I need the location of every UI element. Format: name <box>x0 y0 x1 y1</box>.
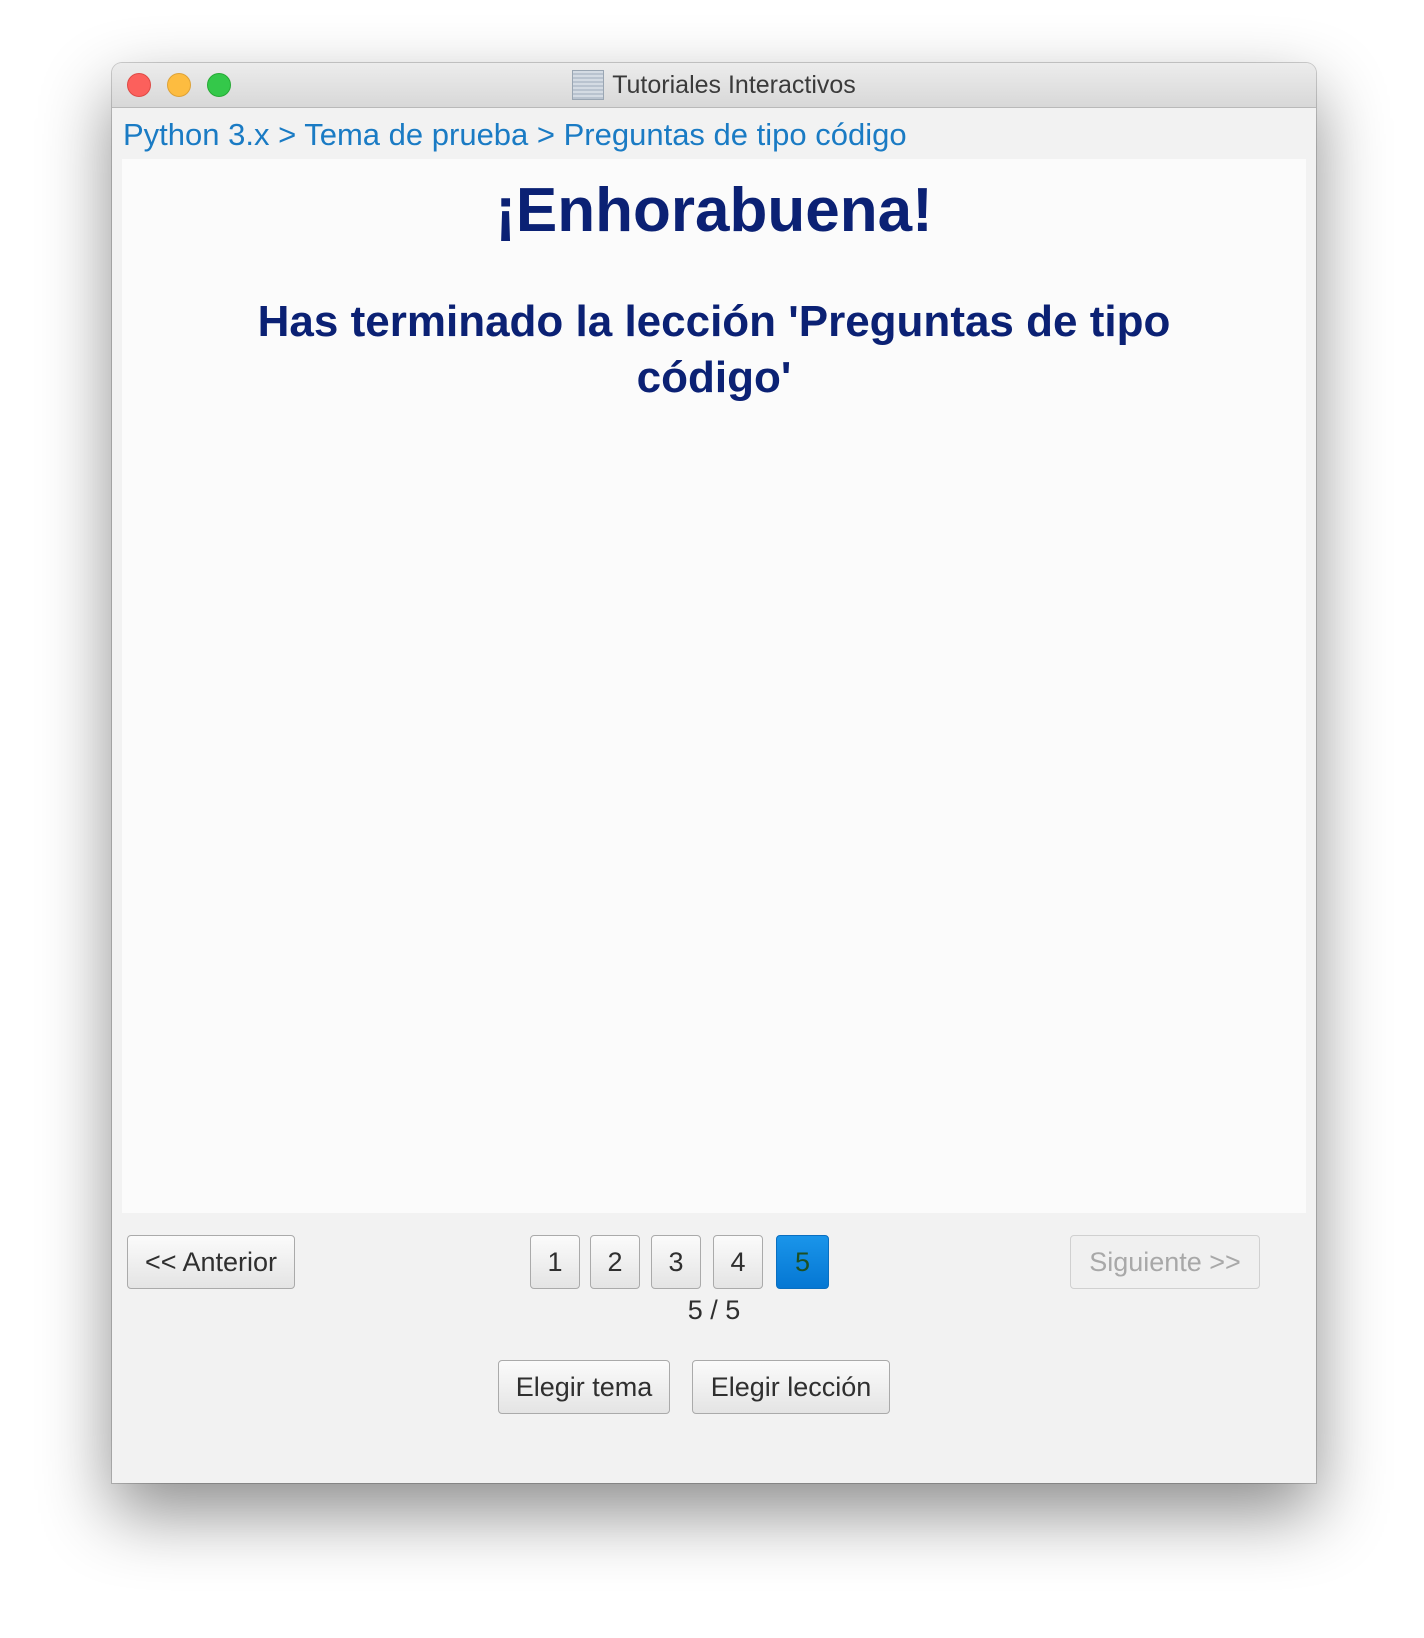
page-button-1[interactable]: 1 <box>530 1235 580 1289</box>
previous-button[interactable]: << Anterior <box>127 1235 295 1289</box>
window-title-group: Tutoriales Interactivos <box>112 63 1316 107</box>
page-button-3[interactable]: 3 <box>651 1235 701 1289</box>
lesson-content-area: ¡Enhorabuena! Has terminado la lección '… <box>122 159 1306 1213</box>
next-button[interactable]: Siguiente >> <box>1070 1235 1260 1289</box>
app-icon <box>572 70 605 100</box>
breadcrumb[interactable]: Python 3.x > Tema de prueba > Preguntas … <box>123 117 907 153</box>
congrats-heading: ¡Enhorabuena! <box>495 176 933 245</box>
page-counter: 5 / 5 <box>687 1295 741 1325</box>
choose-topic-button[interactable]: Elegir tema <box>498 1360 670 1414</box>
app-window: Tutoriales Interactivos Python 3.x > Tem… <box>112 63 1316 1483</box>
lesson-finished-message: Has terminado la lección 'Preguntas de t… <box>257 297 1171 402</box>
choose-lesson-button[interactable]: Elegir lección <box>692 1360 890 1414</box>
page-button-2[interactable]: 2 <box>590 1235 640 1289</box>
page-button-5-current[interactable]: 5 <box>776 1235 829 1289</box>
title-bar[interactable]: Tutoriales Interactivos <box>112 63 1316 108</box>
window-title: Tutoriales Interactivos <box>612 70 856 99</box>
page-button-4[interactable]: 4 <box>713 1235 763 1289</box>
